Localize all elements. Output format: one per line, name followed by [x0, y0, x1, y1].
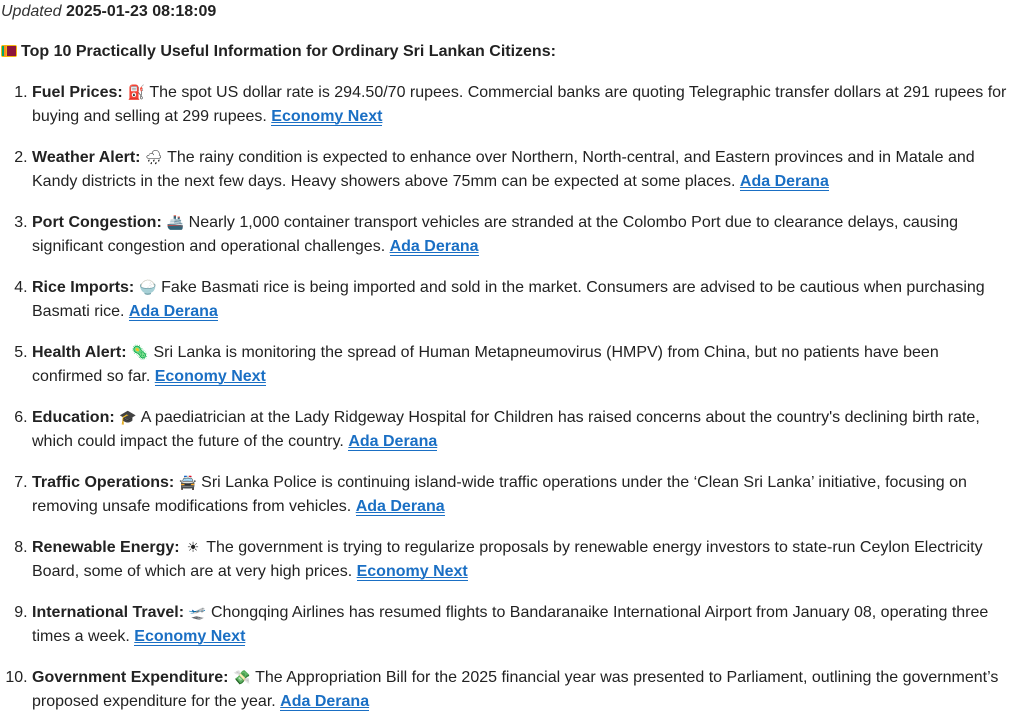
list-item: Renewable Energy: ☀ The government is tr…: [32, 535, 1008, 584]
info-list: Fuel Prices: ⛽ The spot US dollar rate i…: [1, 80, 1008, 714]
item-text: The spot US dollar rate is 294.50/70 rup…: [32, 84, 1007, 125]
item-title: Traffic Operations:: [32, 474, 175, 491]
news-page: Updated 2025-01-23 08:18:09 Top 10 Pract…: [0, 0, 1008, 714]
list-item: Education: 🎓 A paediatrician at the Lady…: [32, 405, 1008, 454]
source-link[interactable]: Economy Next: [154, 368, 266, 386]
source-link[interactable]: Ada Derana: [389, 238, 479, 256]
list-item: Government Expenditure: 💸 The Appropriat…: [32, 665, 1008, 714]
rain-cloud-icon: 🌧: [145, 149, 163, 165]
list-heading: Top 10 Practically Useful Information fo…: [1, 40, 1008, 64]
list-item: Rice Imports: 🍚 Fake Basmati rice is bei…: [32, 275, 1008, 324]
item-title: Weather Alert:: [32, 149, 141, 166]
item-text: A paediatrician at the Lady Ridgeway Hos…: [32, 409, 980, 450]
list-item: Weather Alert: 🌧 The rainy condition is …: [32, 145, 1008, 194]
updated-line: Updated 2025-01-23 08:18:09: [1, 0, 1008, 24]
ship-icon: 🚢: [166, 214, 184, 230]
item-title: Education:: [32, 409, 115, 426]
updated-label: Updated: [1, 3, 62, 20]
sun-icon: ☀: [186, 539, 200, 555]
item-title: Health Alert:: [32, 344, 127, 361]
source-link[interactable]: Ada Derana: [739, 173, 829, 191]
money-with-wings-icon: 💸: [233, 669, 251, 685]
source-link[interactable]: Economy Next: [134, 628, 246, 646]
item-title: Renewable Energy:: [32, 539, 180, 556]
item-title: Government Expenditure:: [32, 669, 229, 686]
heading-text: Top 10 Practically Useful Information fo…: [21, 43, 556, 60]
graduation-cap-icon: 🎓: [119, 409, 137, 425]
source-link[interactable]: Economy Next: [356, 563, 468, 581]
source-link[interactable]: Ada Derana: [348, 433, 438, 451]
sri-lanka-flag-icon: [1, 45, 17, 57]
fuel-pump-icon: ⛽: [127, 84, 145, 100]
airplane-departure-icon: 🛫: [188, 604, 207, 620]
list-item: Traffic Operations: 🚔 Sri Lanka Police i…: [32, 470, 1008, 519]
item-title: Port Congestion:: [32, 214, 162, 231]
updated-timestamp: 2025-01-23 08:18:09: [65, 3, 217, 20]
item-text: The rainy condition is expected to enhan…: [32, 149, 975, 190]
item-title: Fuel Prices:: [32, 84, 123, 101]
rice-bowl-icon: 🍚: [138, 279, 157, 295]
list-item: International Travel: 🛫 Chongqing Airlin…: [32, 600, 1008, 649]
list-item: Port Congestion: 🚢 Nearly 1,000 containe…: [32, 210, 1008, 259]
item-title: International Travel:: [32, 604, 185, 621]
source-link[interactable]: Ada Derana: [355, 498, 445, 516]
source-link[interactable]: Ada Derana: [280, 693, 370, 711]
source-link[interactable]: Ada Derana: [128, 303, 218, 321]
list-item: Fuel Prices: ⛽ The spot US dollar rate i…: [32, 80, 1008, 129]
police-car-icon: 🚔: [178, 474, 197, 490]
source-link[interactable]: Economy Next: [271, 108, 383, 126]
item-title: Rice Imports:: [32, 279, 135, 296]
list-item: Health Alert: 🦠 Sri Lanka is monitoring …: [32, 340, 1008, 389]
microbe-icon: 🦠: [131, 344, 149, 360]
